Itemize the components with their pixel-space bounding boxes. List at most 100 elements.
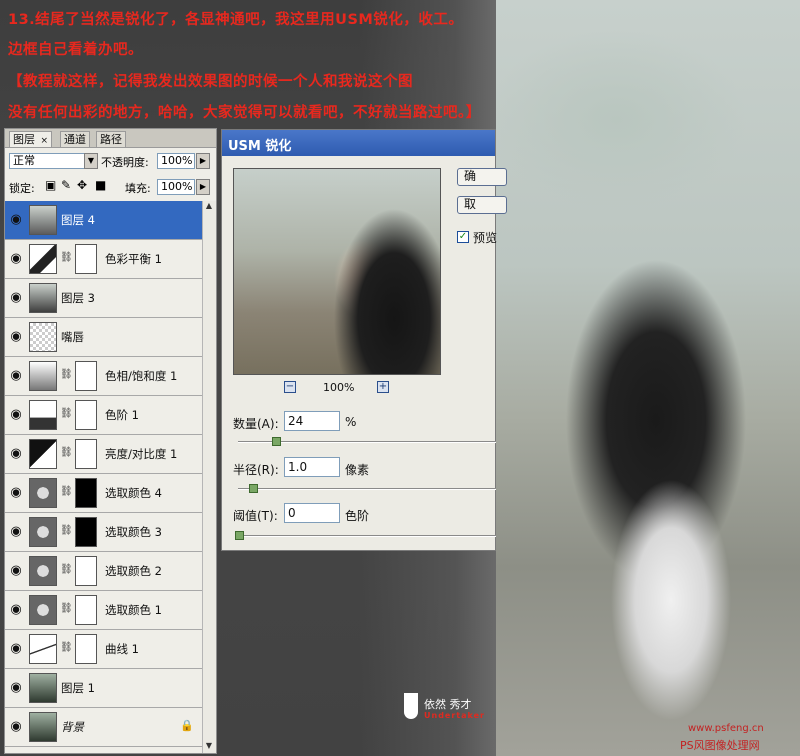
eye-icon[interactable]: ◉: [7, 485, 25, 501]
chain-link-icon: ⛓: [60, 603, 73, 614]
lock-move-icon[interactable]: ✥: [77, 178, 87, 192]
zoom-level: 100%: [323, 381, 355, 394]
lock-all-icon[interactable]: ■: [95, 178, 106, 192]
cancel-button[interactable]: 取: [457, 196, 507, 214]
layers-scrollbar[interactable]: ▲ ▼: [202, 201, 216, 753]
radius-unit: 像素: [345, 463, 370, 477]
instruction-line-4: 没有任何出彩的地方，哈哈，大家觉得可以就看吧，不好就当路过吧。】: [8, 105, 481, 121]
panel-tab-bar: 图层 × 通道 路径: [5, 129, 216, 148]
eye-icon[interactable]: ◉: [7, 563, 25, 579]
layer-row[interactable]: ◉ ⛓ 选取颜色 1: [5, 591, 204, 630]
radius-slider[interactable]: [238, 488, 496, 490]
lock-transparency-icon[interactable]: ▣: [45, 178, 56, 192]
eye-icon[interactable]: ◉: [7, 290, 25, 306]
amount-slider-knob[interactable]: [272, 437, 281, 446]
layer-name: 选取颜色 3: [105, 525, 162, 539]
dialog-title-bar[interactable]: USM 锐化: [222, 130, 495, 156]
eye-icon[interactable]: ◉: [7, 212, 25, 228]
layer-name: 选取颜色 4: [105, 486, 162, 500]
radius-slider-knob[interactable]: [249, 484, 258, 493]
layer-row[interactable]: ◉ ⛓ 曲线 1: [5, 630, 204, 669]
usm-sharpen-dialog: USM 锐化 − 100% + 确 取 ✓ 预览 数量(A): 24 % 半径(…: [221, 129, 507, 551]
tab-channels[interactable]: 通道: [60, 131, 90, 147]
tab-layers[interactable]: 图层 ×: [9, 131, 53, 147]
zoom-out-icon[interactable]: −: [284, 381, 296, 393]
layer-row[interactable]: ◉ ⛓ 选取颜色 3: [5, 513, 204, 552]
scroll-down-icon[interactable]: ▼: [204, 741, 214, 753]
tab-close-icon[interactable]: ×: [41, 136, 49, 146]
layer-row[interactable]: ◉ ⛓ 色彩平衡 1: [5, 240, 204, 279]
layer-name: 亮度/对比度 1: [105, 447, 178, 461]
instruction-line-1: 13.结尾了当然是锐化了，各显神通吧，我这里用USM锐化，收工。: [8, 12, 464, 28]
eye-icon[interactable]: ◉: [7, 407, 25, 423]
chain-link-icon: ⛓: [60, 369, 73, 380]
watermark-site-name: PS风图像处理网: [680, 739, 760, 752]
chevron-right-icon[interactable]: ▶: [196, 179, 210, 195]
chain-link-icon: ⛓: [60, 642, 73, 653]
blend-row: 正常 ▼ 不透明度: 100% ▶: [5, 150, 216, 172]
eye-icon[interactable]: ◉: [7, 368, 25, 384]
layer-name: 选取颜色 2: [105, 564, 162, 578]
layer-row[interactable]: ◉ 图层 4: [5, 201, 204, 240]
layer-name: 图层 4: [61, 213, 95, 227]
selective-color-icon: [29, 556, 57, 586]
tab-layers-label: 图层: [13, 133, 35, 146]
lock-brush-icon[interactable]: ✎: [61, 178, 71, 192]
eye-icon[interactable]: ◉: [7, 719, 25, 735]
ok-button[interactable]: 确: [457, 168, 507, 186]
radius-field[interactable]: 1.0: [284, 457, 340, 477]
chevron-down-icon[interactable]: ▼: [84, 153, 98, 169]
layer-row[interactable]: ◉ ⛓ 选取颜色 2: [5, 552, 204, 591]
filter-preview[interactable]: [233, 168, 441, 375]
chain-link-icon: ⛓: [60, 525, 73, 536]
layer-thumbnail: [29, 283, 57, 313]
instruction-line-3: 【教程就这样，记得我发出效果图的时候一个人和我说这个图: [8, 74, 413, 90]
layer-row[interactable]: ◉ 图层 3: [5, 279, 204, 318]
blend-mode-select[interactable]: 正常: [9, 153, 85, 169]
layer-mask: [75, 244, 97, 274]
transparent-thumbnail: [29, 322, 57, 352]
layer-row[interactable]: ◉ ⛓ 选取颜色 4: [5, 474, 204, 513]
layer-row[interactable]: ◉ 背景 🔒: [5, 708, 204, 747]
layer-name: 选取颜色 1: [105, 603, 162, 617]
eye-icon[interactable]: ◉: [7, 602, 25, 618]
selective-color-icon: [29, 478, 57, 508]
eye-icon[interactable]: ◉: [7, 524, 25, 540]
chain-link-icon: ⛓: [60, 486, 73, 497]
preview-checkbox[interactable]: ✓: [457, 231, 469, 243]
brand-logo-icon: [404, 693, 418, 719]
amount-label: 数量(A):: [233, 417, 279, 431]
threshold-slider-knob[interactable]: [235, 531, 244, 540]
layer-mask: [75, 439, 97, 469]
opacity-field[interactable]: 100%: [157, 153, 195, 169]
eye-icon[interactable]: ◉: [7, 641, 25, 657]
brightness-contrast-icon: [29, 439, 57, 469]
chain-link-icon: ⛓: [60, 564, 73, 575]
scroll-up-icon[interactable]: ▲: [204, 201, 214, 213]
eye-icon[interactable]: ◉: [7, 329, 25, 345]
threshold-field[interactable]: 0: [284, 503, 340, 523]
fill-label: 填充:: [125, 182, 151, 195]
layer-row[interactable]: ◉ ⛓ 亮度/对比度 1: [5, 435, 204, 474]
layer-row[interactable]: ◉ ⛓ 色相/饱和度 1: [5, 357, 204, 396]
layer-row[interactable]: ◉ 图层 1: [5, 669, 204, 708]
eye-icon[interactable]: ◉: [7, 446, 25, 462]
eye-icon[interactable]: ◉: [7, 251, 25, 267]
layer-mask: [75, 478, 97, 508]
selective-color-icon: [29, 517, 57, 547]
eye-icon[interactable]: ◉: [7, 680, 25, 696]
amount-field[interactable]: 24: [284, 411, 340, 431]
screenshot-root: 13.结尾了当然是锐化了，各显神通吧，我这里用USM锐化，收工。 边框自己看着办…: [0, 0, 800, 756]
threshold-slider[interactable]: [238, 535, 496, 537]
curves-icon: [29, 634, 57, 664]
zoom-in-icon[interactable]: +: [377, 381, 389, 393]
chevron-right-icon[interactable]: ▶: [196, 153, 210, 169]
layer-row[interactable]: ◉ 嘴唇: [5, 318, 204, 357]
fill-field[interactable]: 100%: [157, 179, 195, 195]
tab-paths[interactable]: 路径: [96, 131, 126, 147]
preview-label: 预览: [473, 231, 498, 245]
color-balance-icon: [29, 244, 57, 274]
lock-label: 锁定:: [9, 182, 35, 195]
layer-row[interactable]: ◉ ⛓ 色阶 1: [5, 396, 204, 435]
layer-name: 图层 3: [61, 291, 95, 305]
